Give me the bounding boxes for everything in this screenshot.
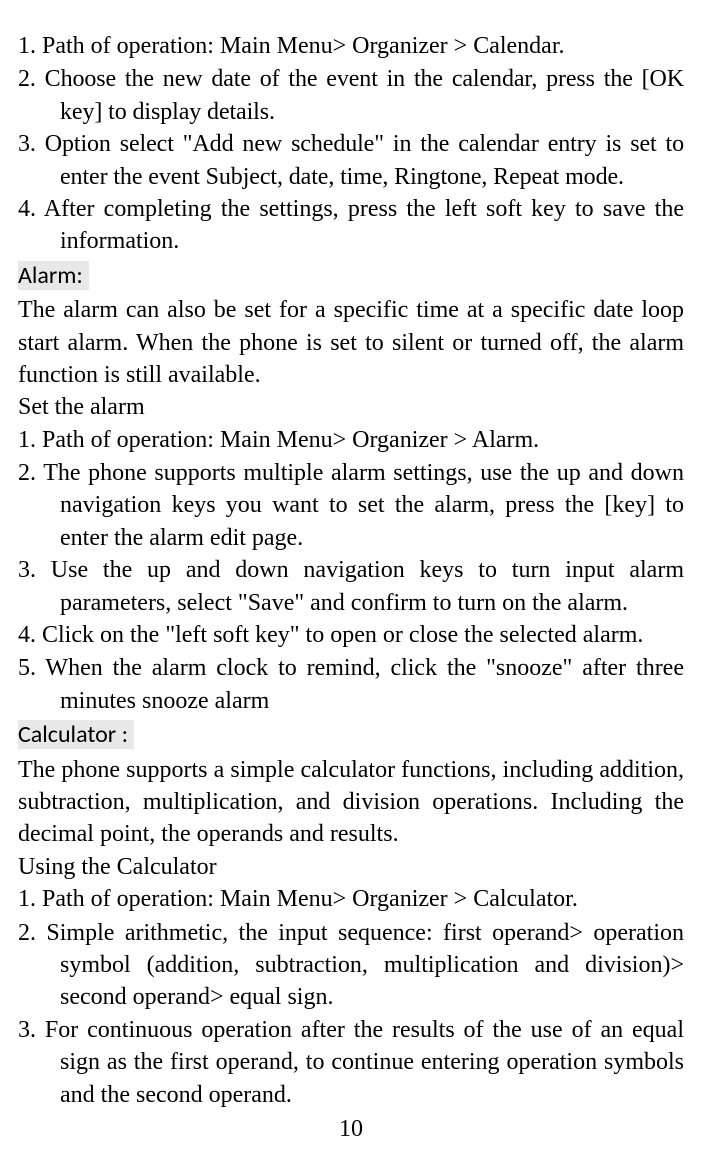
calculator-subheading: Using the Calculator	[18, 851, 684, 883]
alarm-intro: The alarm can also be set for a specific…	[18, 294, 684, 391]
page-content: 1. Path of operation: Main Menu> Organiz…	[18, 30, 684, 1111]
alarm-step-4: 4. Click on the "left soft key" to open …	[18, 619, 684, 651]
alarm-heading: Alarm:	[18, 261, 89, 290]
alarm-step-5: 5. When the alarm clock to remind, click…	[18, 652, 684, 717]
alarm-step-3: 3. Use the up and down navigation keys t…	[18, 554, 684, 619]
calendar-step-3: 3. Option select "Add new schedule" in t…	[18, 128, 684, 193]
calendar-step-2: 2. Choose the new date of the event in t…	[18, 63, 684, 128]
alarm-step-2: 2. The phone supports multiple alarm set…	[18, 457, 684, 554]
page-number: 10	[0, 1113, 702, 1145]
calculator-step-2: 2. Simple arithmetic, the input sequence…	[18, 917, 684, 1014]
calculator-intro: The phone supports a simple calculator f…	[18, 754, 684, 851]
calculator-step-3: 3. For continuous operation after the re…	[18, 1014, 684, 1111]
alarm-step-1: 1. Path of operation: Main Menu> Organiz…	[18, 424, 684, 456]
calculator-heading-line: Calculator :	[18, 719, 684, 751]
calculator-step-1: 1. Path of operation: Main Menu> Organiz…	[18, 883, 684, 915]
alarm-subheading: Set the alarm	[18, 391, 684, 423]
calendar-step-4: 4. After completing the settings, press …	[18, 193, 684, 258]
calculator-heading: Calculator :	[18, 720, 134, 749]
calendar-step-1: 1. Path of operation: Main Menu> Organiz…	[18, 30, 684, 62]
alarm-heading-line: Alarm:	[18, 260, 684, 292]
